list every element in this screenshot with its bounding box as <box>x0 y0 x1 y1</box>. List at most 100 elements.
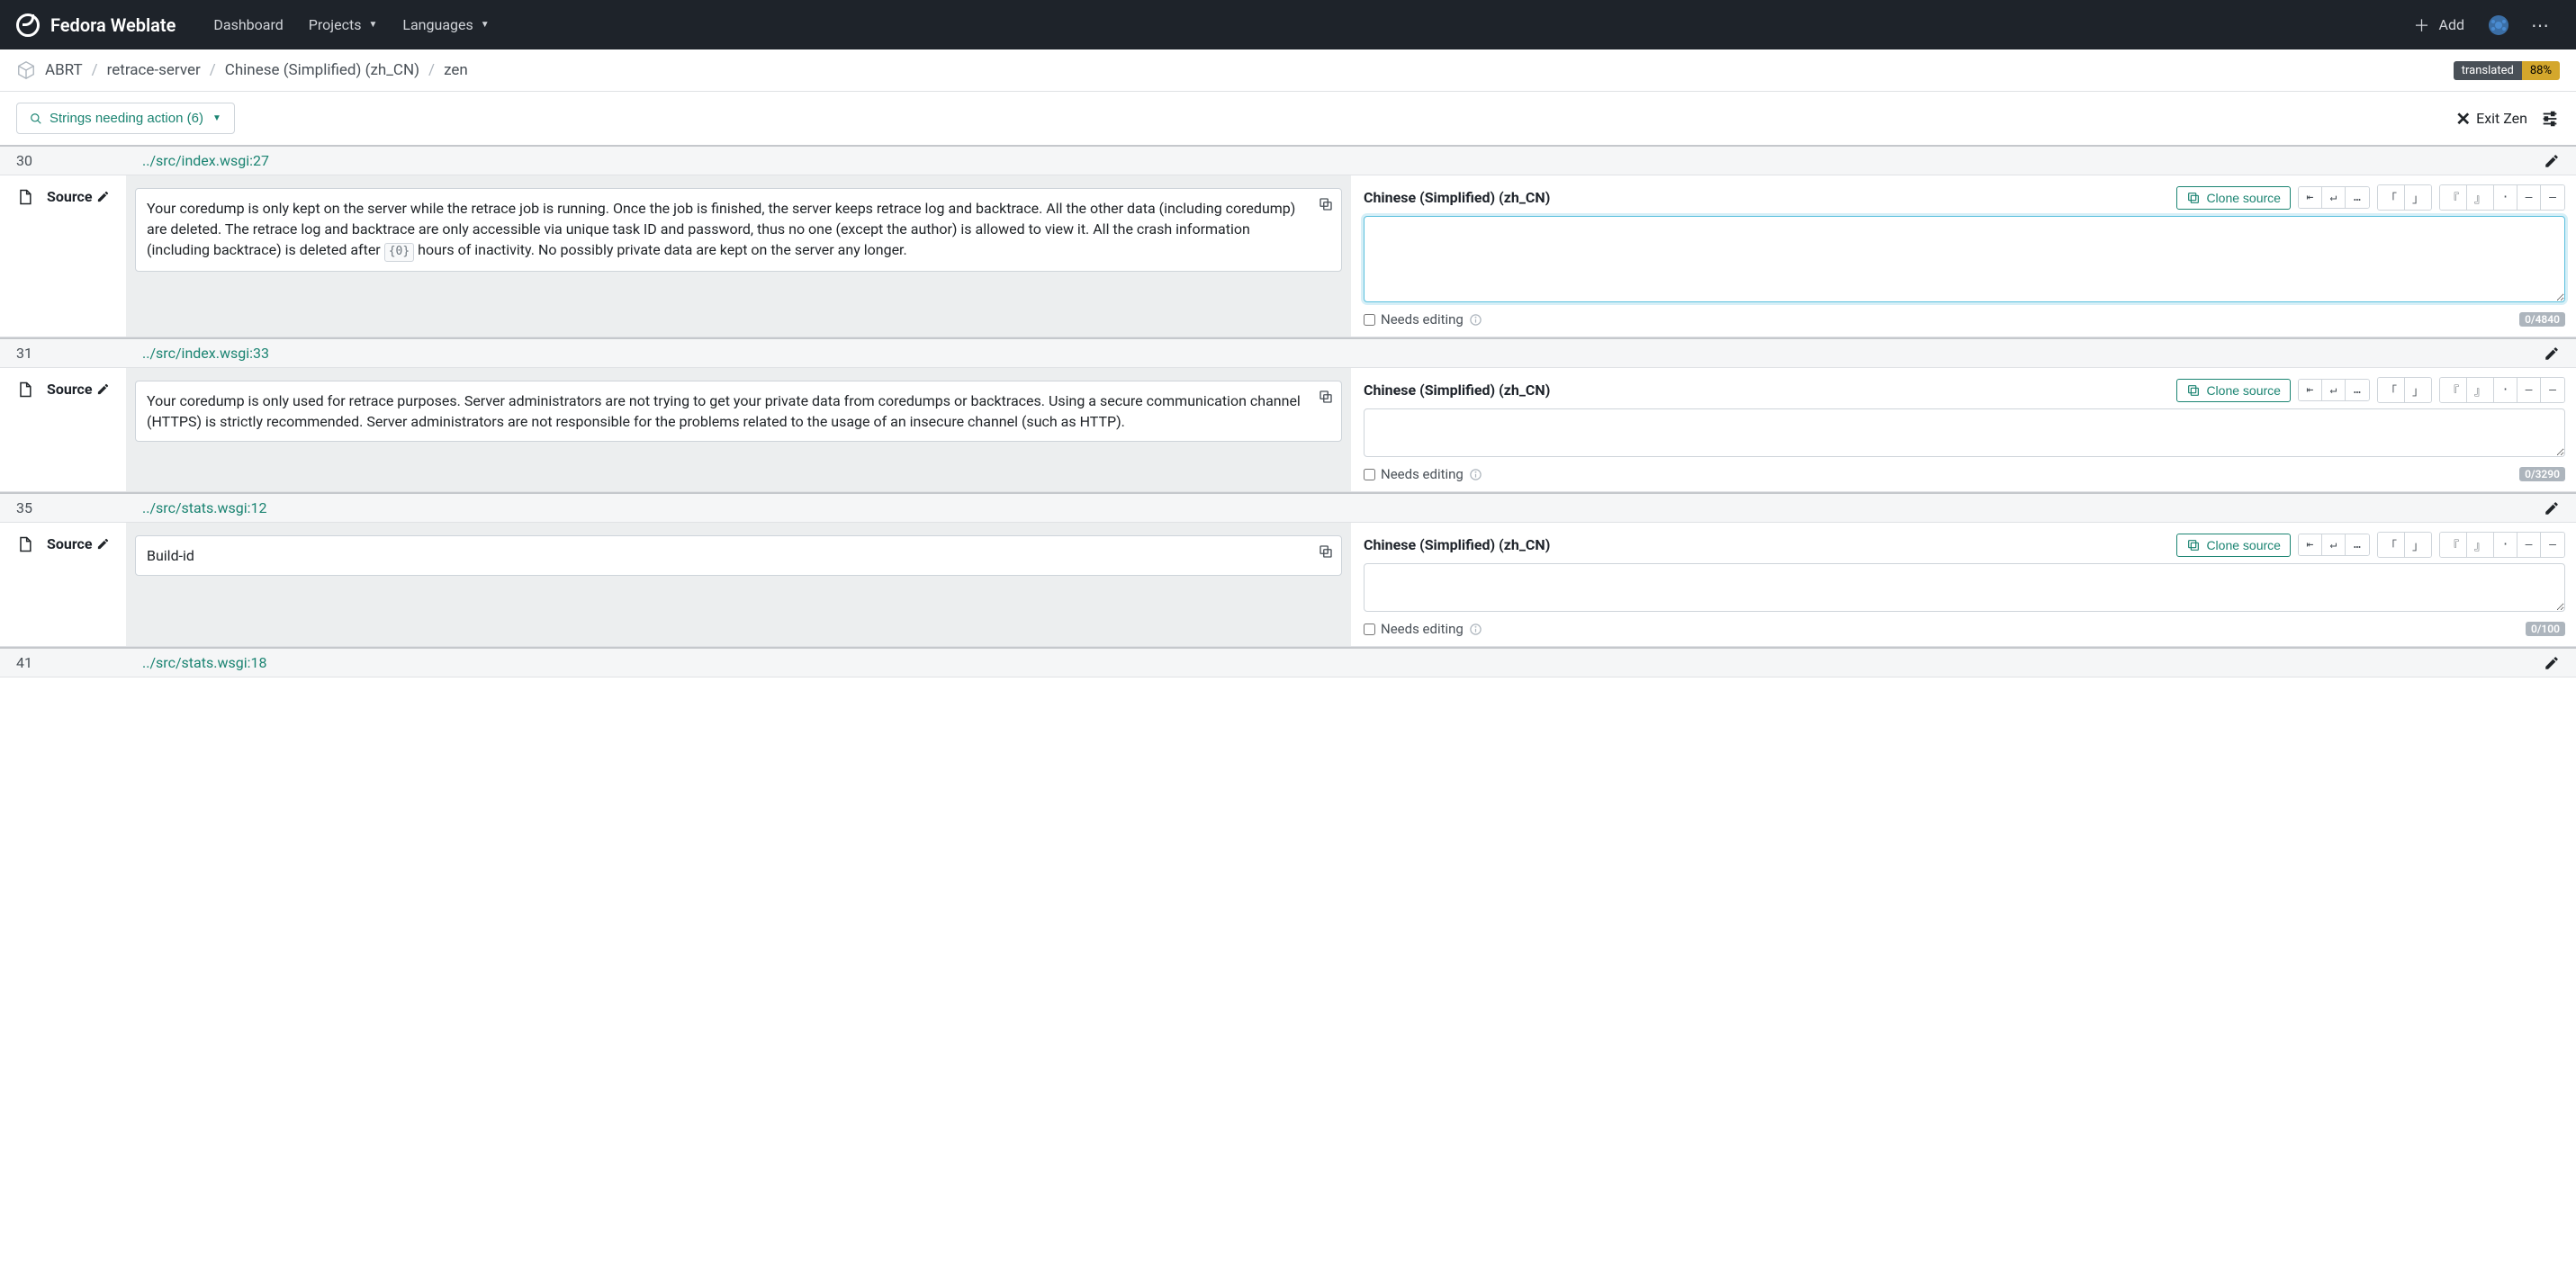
insert-char-button[interactable]: 』 <box>2467 185 2494 210</box>
string-row: Source Build-idChinese (Simplified) (zh_… <box>0 523 2576 647</box>
insert-char-button[interactable]: 』 <box>2467 378 2494 402</box>
breadcrumb-row: ABRT / retrace-server / Chinese (Simplif… <box>0 49 2576 92</box>
info-icon[interactable] <box>1469 468 1482 481</box>
insert-char-button[interactable]: 「 <box>2378 533 2405 557</box>
clone-source-button[interactable]: Clone source <box>2176 534 2291 557</box>
edit-icon[interactable] <box>96 190 110 203</box>
plus-icon: ＋ <box>2414 13 2430 37</box>
copy-icon[interactable] <box>1318 196 1334 212</box>
edit-icon[interactable] <box>96 382 110 396</box>
info-icon[interactable] <box>1469 623 1482 636</box>
breadcrumb: ABRT / retrace-server / Chinese (Simplif… <box>16 60 468 80</box>
target-pane: Chinese (Simplified) (zh_CN)Clone source… <box>1351 523 2576 646</box>
edit-icon[interactable] <box>2544 153 2560 169</box>
edit-icon[interactable] <box>96 537 110 551</box>
avatar-icon[interactable] <box>2477 14 2520 36</box>
insert-char-button[interactable]: … <box>2346 534 2369 555</box>
insert-char-button[interactable]: … <box>2346 380 2369 400</box>
char-count: 0/100 <box>2526 622 2565 636</box>
string-header: 30../src/index.wsgi:27 <box>0 145 2576 175</box>
copy-icon[interactable] <box>1318 389 1334 405</box>
insert-char-button[interactable]: — <box>2541 533 2564 557</box>
breadcrumb-item[interactable]: zen <box>444 61 468 79</box>
insert-char-button[interactable]: · <box>2494 533 2517 557</box>
translation-input[interactable] <box>1364 563 2565 612</box>
insert-char-button[interactable]: 」 <box>2405 533 2431 557</box>
nav-languages[interactable]: Languages▼ <box>390 16 501 33</box>
clone-source-button[interactable]: Clone source <box>2176 186 2291 210</box>
insert-char-button[interactable]: 』 <box>2467 533 2494 557</box>
string-location[interactable]: ../src/stats.wsgi:12 <box>142 499 266 516</box>
edit-icon[interactable] <box>2544 345 2560 362</box>
target-language: Chinese (Simplified) (zh_CN) <box>1364 189 2169 206</box>
insert-char-button[interactable]: ↵ <box>2322 534 2346 555</box>
insert-char-button[interactable]: ⇤ <box>2299 380 2322 400</box>
insert-char-button[interactable]: 「 <box>2378 185 2405 210</box>
brand[interactable]: Fedora Weblate <box>16 13 176 37</box>
insert-char-button[interactable]: ↵ <box>2322 187 2346 208</box>
nav-projects[interactable]: Projects▼ <box>296 16 391 33</box>
insert-group: 「」 <box>2377 377 2432 403</box>
needs-editing-input[interactable] <box>1364 314 1375 326</box>
string-location[interactable]: ../src/index.wsgi:27 <box>142 152 269 169</box>
insert-char-button[interactable]: – <box>2517 533 2541 557</box>
translation-input[interactable] <box>1364 408 2565 457</box>
needs-editing-checkbox[interactable]: Needs editing <box>1364 621 1482 637</box>
string-location[interactable]: ../src/stats.wsgi:18 <box>142 654 266 671</box>
insert-char-button[interactable]: 「 <box>2378 378 2405 402</box>
search-icon <box>30 112 42 125</box>
status-percent: 88% <box>2522 61 2560 80</box>
string-number: 30 <box>16 152 142 169</box>
insert-char-button[interactable]: … <box>2346 187 2369 208</box>
edit-icon[interactable] <box>2544 500 2560 516</box>
insert-group: 「」 <box>2377 532 2432 558</box>
cube-icon <box>16 60 36 80</box>
edit-icon[interactable] <box>2544 655 2560 671</box>
insert-group: 『』·–— <box>2439 532 2565 558</box>
insert-char-button[interactable]: · <box>2494 185 2517 210</box>
placeable[interactable]: {0} <box>384 243 414 262</box>
info-icon[interactable] <box>1469 313 1482 327</box>
filter-dropdown[interactable]: Strings needing action (6) ▼ <box>16 103 235 134</box>
more-icon[interactable]: ⋯ <box>2520 14 2560 36</box>
source-text: Your coredump is only kept on the server… <box>135 188 1342 272</box>
insert-group: ⇤↵… <box>2298 534 2370 556</box>
insert-char-button[interactable]: 『 <box>2440 533 2467 557</box>
insert-char-button[interactable]: 」 <box>2405 185 2431 210</box>
insert-char-button[interactable]: ↵ <box>2322 380 2346 400</box>
breadcrumb-item[interactable]: retrace-server <box>107 61 201 79</box>
string-row: Source Your coredump is only kept on the… <box>0 175 2576 337</box>
needs-editing-input[interactable] <box>1364 469 1375 480</box>
settings-icon[interactable] <box>2540 109 2560 129</box>
needs-editing-input[interactable] <box>1364 624 1375 635</box>
insert-char-button[interactable]: · <box>2494 378 2517 402</box>
insert-char-button[interactable]: — <box>2541 378 2564 402</box>
source-text: Build-id <box>135 535 1342 576</box>
insert-char-button[interactable]: – <box>2517 185 2541 210</box>
insert-char-button[interactable]: — <box>2541 185 2564 210</box>
string-location[interactable]: ../src/index.wsgi:33 <box>142 345 269 362</box>
breadcrumb-item[interactable]: Chinese (Simplified) (zh_CN) <box>225 61 419 79</box>
char-count: 0/4840 <box>2519 312 2565 327</box>
chevron-down-icon: ▼ <box>368 20 377 30</box>
translation-input[interactable] <box>1364 216 2565 302</box>
string-number: 41 <box>16 654 142 671</box>
insert-char-button[interactable]: ⇤ <box>2299 187 2322 208</box>
breadcrumb-item[interactable]: ABRT <box>45 61 83 79</box>
insert-char-button[interactable]: 『 <box>2440 185 2467 210</box>
exit-zen-button[interactable]: ✕ Exit Zen <box>2455 108 2527 130</box>
needs-editing-checkbox[interactable]: Needs editing <box>1364 311 1482 327</box>
source-pane: Your coredump is only kept on the server… <box>126 175 1351 336</box>
clone-source-button[interactable]: Clone source <box>2176 379 2291 402</box>
insert-char-button[interactable]: 」 <box>2405 378 2431 402</box>
copy-icon[interactable] <box>1318 543 1334 560</box>
nav-dashboard[interactable]: Dashboard <box>201 16 295 33</box>
insert-char-button[interactable]: ⇤ <box>2299 534 2322 555</box>
document-icon <box>16 188 34 210</box>
insert-char-button[interactable]: 『 <box>2440 378 2467 402</box>
nav-add[interactable]: ＋Add <box>2401 13 2477 37</box>
string-row: Source Your coredump is only used for re… <box>0 368 2576 492</box>
insert-char-button[interactable]: – <box>2517 378 2541 402</box>
source-label: Source <box>47 535 110 552</box>
needs-editing-checkbox[interactable]: Needs editing <box>1364 466 1482 482</box>
